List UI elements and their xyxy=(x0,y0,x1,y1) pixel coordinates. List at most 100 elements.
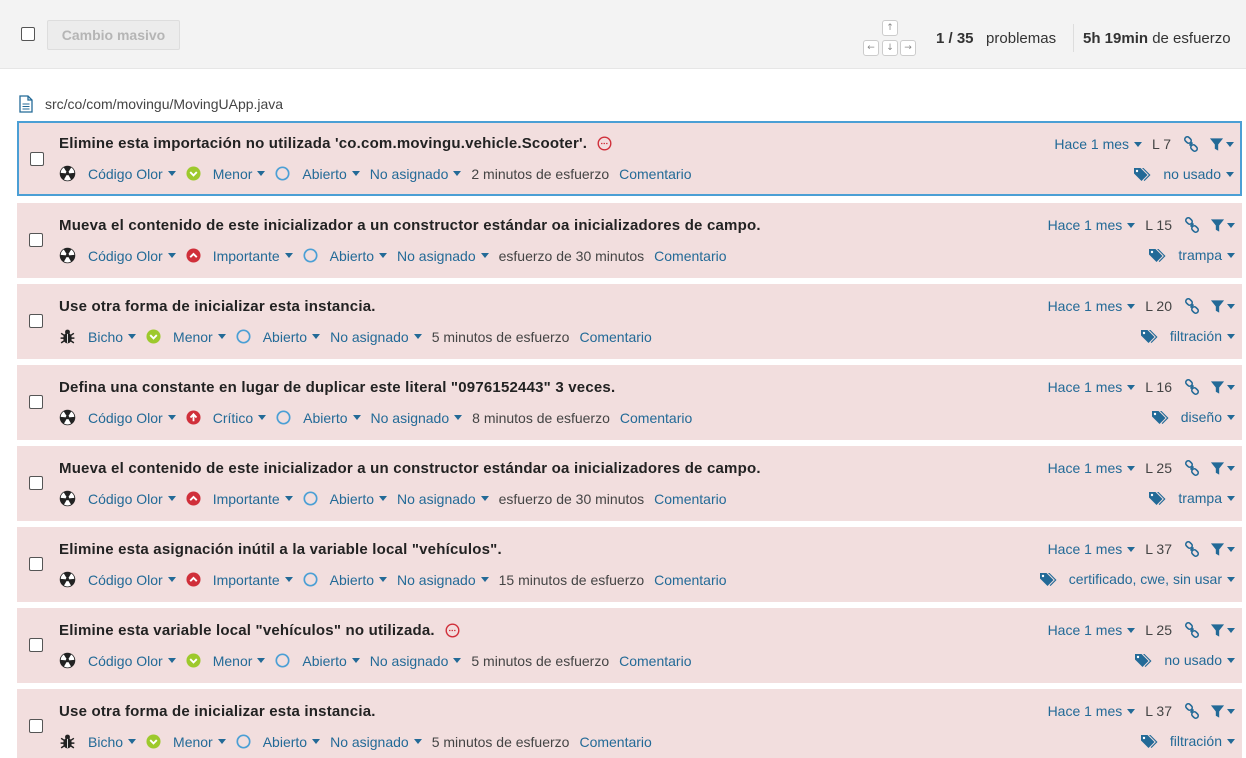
filter-similar-button[interactable] xyxy=(1210,623,1235,638)
issue-assignee-dropdown[interactable]: No asignado xyxy=(397,491,489,507)
issue-message[interactable]: Defina una constante en lugar de duplica… xyxy=(59,379,615,396)
issue-severity-dropdown[interactable]: Importante xyxy=(186,491,293,507)
issue-status-dropdown[interactable]: Abierto xyxy=(236,329,321,345)
filter-similar-button[interactable] xyxy=(1210,299,1235,314)
issue-type-dropdown[interactable]: Bicho xyxy=(59,328,137,345)
issue-status-dropdown[interactable]: Abierto xyxy=(303,248,387,264)
issue-date-dropdown[interactable]: Hace 1 mes xyxy=(1048,460,1136,476)
issue-checkbox[interactable] xyxy=(29,638,43,652)
issue-checkbox[interactable] xyxy=(29,233,43,247)
issue-assignee-dropdown[interactable]: No asignado xyxy=(397,572,489,588)
issue-status-dropdown[interactable]: Abierto xyxy=(275,166,360,182)
issue-checkbox[interactable] xyxy=(29,314,43,328)
issue-severity-dropdown[interactable]: Menor xyxy=(146,734,226,750)
issue-type-dropdown[interactable]: Código Olor xyxy=(59,571,176,588)
issue-assignee-dropdown[interactable]: No asignado xyxy=(330,329,422,345)
bulk-change-button[interactable]: Cambio masivo xyxy=(47,20,180,50)
issue-message[interactable]: Use otra forma de inicializar esta insta… xyxy=(59,298,376,315)
issue-severity-dropdown[interactable]: Importante xyxy=(186,572,293,588)
issue-type-dropdown[interactable]: Bicho xyxy=(59,733,137,750)
issue-type-dropdown[interactable]: Código Olor xyxy=(59,409,176,426)
issue-type-dropdown[interactable]: Código Olor xyxy=(59,165,176,182)
issue-type-dropdown[interactable]: Código Olor xyxy=(59,490,176,507)
issue-date-dropdown[interactable]: Hace 1 mes xyxy=(1054,136,1143,152)
issue-row[interactable]: Mueva el contenido de este inicializador… xyxy=(17,203,1242,278)
issue-tags-dropdown[interactable]: filtración xyxy=(1140,733,1235,749)
issue-row[interactable]: Mueva el contenido de este inicializador… xyxy=(17,446,1242,521)
issue-tags-dropdown[interactable]: trampa xyxy=(1148,490,1235,506)
issue-comment-link[interactable]: Comentario xyxy=(579,329,651,345)
permalink-icon[interactable] xyxy=(1184,460,1200,476)
issue-tags-dropdown[interactable]: trampa xyxy=(1148,247,1235,263)
issue-assignee-dropdown[interactable]: No asignado xyxy=(371,410,463,426)
issue-message[interactable]: Elimine esta importación no utilizada 'c… xyxy=(59,135,587,152)
issue-checkbox[interactable] xyxy=(29,395,43,409)
issue-comment-link[interactable]: Comentario xyxy=(579,734,651,750)
issue-message[interactable]: Elimine esta asignación inútil a la vari… xyxy=(59,541,502,558)
issue-row[interactable]: Elimine esta asignación inútil a la vari… xyxy=(17,527,1242,602)
permalink-icon[interactable] xyxy=(1183,136,1199,152)
issue-severity-dropdown[interactable]: Menor xyxy=(146,329,226,345)
permalink-icon[interactable] xyxy=(1184,379,1200,395)
issue-severity-dropdown[interactable]: Crítico xyxy=(186,410,267,426)
issue-message[interactable]: Elimine esta variable local "vehículos" … xyxy=(59,622,435,639)
issue-type-dropdown[interactable]: Código Olor xyxy=(59,247,176,264)
issue-date-dropdown[interactable]: Hace 1 mes xyxy=(1048,217,1136,233)
issue-status-dropdown[interactable]: Abierto xyxy=(303,572,387,588)
filter-similar-button[interactable] xyxy=(1210,461,1235,476)
issue-date-dropdown[interactable]: Hace 1 mes xyxy=(1048,703,1136,719)
issue-row[interactable]: Defina una constante en lugar de duplica… xyxy=(17,365,1242,440)
issue-message[interactable]: Mueva el contenido de este inicializador… xyxy=(59,460,761,477)
issue-comment-link[interactable]: Comentario xyxy=(654,572,726,588)
issue-date-dropdown[interactable]: Hace 1 mes xyxy=(1048,379,1136,395)
permalink-icon[interactable] xyxy=(1184,541,1200,557)
filter-similar-button[interactable] xyxy=(1210,218,1235,233)
permalink-icon[interactable] xyxy=(1184,622,1200,638)
issue-severity-dropdown[interactable]: Menor xyxy=(186,653,266,669)
issue-tags-dropdown[interactable]: no usado xyxy=(1134,652,1235,668)
issue-message[interactable]: Mueva el contenido de este inicializador… xyxy=(59,217,761,234)
issue-tags-dropdown[interactable]: certificado, cwe, sin usar xyxy=(1039,571,1235,587)
issue-row[interactable]: Elimine esta importación no utilizada 'c… xyxy=(17,121,1242,196)
permalink-icon[interactable] xyxy=(1184,217,1200,233)
issue-comment-link[interactable]: Comentario xyxy=(654,491,726,507)
issue-date-dropdown[interactable]: Hace 1 mes xyxy=(1048,622,1136,638)
issue-tags-dropdown[interactable]: diseño xyxy=(1151,409,1235,425)
issue-date-dropdown[interactable]: Hace 1 mes xyxy=(1048,541,1136,557)
issue-severity-dropdown[interactable]: Importante xyxy=(186,248,293,264)
issue-status-dropdown[interactable]: Abierto xyxy=(275,653,360,669)
issue-row[interactable]: Use otra forma de inicializar esta insta… xyxy=(17,284,1242,359)
issue-checkbox[interactable] xyxy=(29,557,43,571)
permalink-icon[interactable] xyxy=(1184,298,1200,314)
issue-comment-link[interactable]: Comentario xyxy=(620,410,692,426)
issue-assignee-dropdown[interactable]: No asignado xyxy=(370,653,462,669)
filter-similar-button[interactable] xyxy=(1210,380,1235,395)
issue-tags-dropdown[interactable]: no usado xyxy=(1133,166,1234,182)
issue-status-dropdown[interactable]: Abierto xyxy=(303,491,387,507)
issue-assignee-dropdown[interactable]: No asignado xyxy=(370,166,462,182)
issue-checkbox[interactable] xyxy=(29,719,43,733)
issue-tags-dropdown[interactable]: filtración xyxy=(1140,328,1235,344)
filter-similar-button[interactable] xyxy=(1210,542,1235,557)
issue-comment-link[interactable]: Comentario xyxy=(654,248,726,264)
issue-status-dropdown[interactable]: Abierto xyxy=(276,410,361,426)
filter-similar-button[interactable] xyxy=(1209,137,1234,152)
issue-assignee-dropdown[interactable]: No asignado xyxy=(397,248,489,264)
issue-checkbox[interactable] xyxy=(29,476,43,490)
issue-message[interactable]: Use otra forma de inicializar esta insta… xyxy=(59,703,376,720)
issue-date-dropdown[interactable]: Hace 1 mes xyxy=(1048,298,1136,314)
issue-assignee-dropdown[interactable]: No asignado xyxy=(330,734,422,750)
issue-row[interactable]: Elimine esta variable local "vehículos" … xyxy=(17,608,1242,683)
permalink-icon[interactable] xyxy=(1184,703,1200,719)
issue-comment-link[interactable]: Comentario xyxy=(619,653,691,669)
issue-type-label: Bicho xyxy=(88,328,124,345)
select-all-checkbox[interactable] xyxy=(21,27,35,41)
issue-status-dropdown[interactable]: Abierto xyxy=(236,734,321,750)
filter-similar-button[interactable] xyxy=(1210,704,1235,719)
issue-severity-dropdown[interactable]: Menor xyxy=(186,166,266,182)
issue-comment-link[interactable]: Comentario xyxy=(619,166,691,182)
issue-row[interactable]: Use otra forma de inicializar esta insta… xyxy=(17,689,1242,758)
issue-checkbox[interactable] xyxy=(30,152,44,166)
issue-type-dropdown[interactable]: Código Olor xyxy=(59,652,176,669)
file-path[interactable]: src/co/com/movingu/MovingUApp.java xyxy=(45,96,283,112)
